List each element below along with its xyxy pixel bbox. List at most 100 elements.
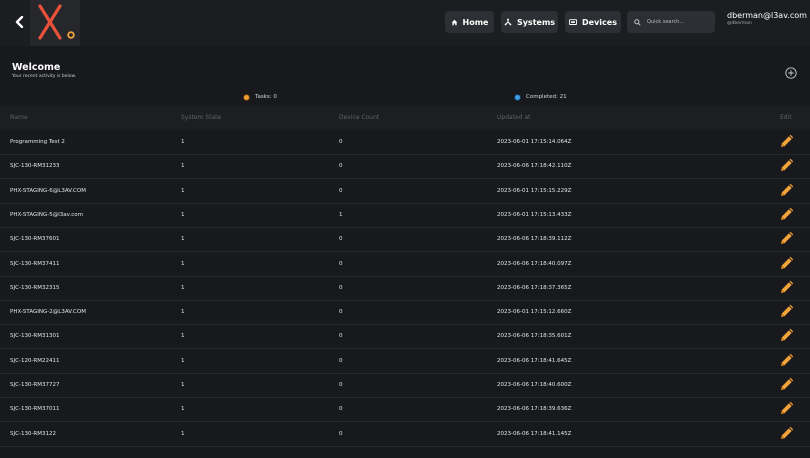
edit-button[interactable] <box>779 133 795 149</box>
column-header-edit: Edit <box>780 114 792 121</box>
edit-button[interactable] <box>779 182 795 198</box>
edit-button[interactable] <box>779 255 795 271</box>
plus-circle-icon <box>785 67 797 79</box>
systems-nav-button[interactable]: Systems <box>501 11 558 33</box>
cell-state: 1 <box>181 139 185 145</box>
table-row[interactable]: SJC-130-RM37011 1 0 2023-06-06 17:18:39.636… <box>0 397 810 423</box>
table-row[interactable]: PHX-STAGING-2@L3AV.COM 1 0 2023-06-01 17:15… <box>0 300 810 326</box>
cell-state: 1 <box>181 211 185 218</box>
cell-updated: 2023-06-06 17:18:41.145Z <box>497 430 572 437</box>
cell-state: 1 <box>181 357 185 364</box>
cell-name: PHX-STAGING-2@L3AV.COM <box>10 309 86 316</box>
column-header-state[interactable]: System State <box>181 114 221 121</box>
cell-updated: 2023-06-06 17:18:42.110Z <box>497 163 572 170</box>
cell-count: 0 <box>339 382 343 388</box>
edit-button[interactable] <box>779 400 795 416</box>
cell-updated: 2023-06-06 17:18:39.112Z <box>497 236 572 243</box>
cell-count: 0 <box>339 406 343 413</box>
search-input[interactable] <box>647 19 705 25</box>
cell-count: 1 <box>339 211 343 218</box>
edit-button[interactable] <box>779 157 795 173</box>
cell-state: 1 <box>181 236 185 243</box>
cell-state: 1 <box>181 163 185 170</box>
quick-search[interactable] <box>627 11 715 33</box>
systems-table: Name System State Device Count Updated a… <box>0 106 810 458</box>
cell-count: 0 <box>339 333 343 340</box>
welcome-subtitle: Your recent activity is below. <box>12 74 77 79</box>
table-row[interactable]: PHX-STAGING-6@L3AV.COM 1 0 2023-06-01 17:15… <box>0 179 810 204</box>
pencil-icon <box>781 207 794 220</box>
cell-state: 1 <box>181 284 185 291</box>
edit-button[interactable] <box>779 206 795 222</box>
table-row[interactable]: SJC-130-RM32315 1 0 2023-06-06 17:18:37.365… <box>0 276 810 301</box>
cell-name: SJC-130-RM3122 <box>10 430 56 437</box>
home-icon <box>451 19 458 26</box>
cell-state: 1 <box>181 382 185 388</box>
cell-name: SJC-130-RM31233 <box>10 163 60 170</box>
tasks-dot-icon <box>244 94 249 100</box>
table-row[interactable]: PHX-STAGING-5@l3av.com 1 1 2023-06-01 17:15… <box>0 203 810 228</box>
cell-updated: 2023-06-01 17:15:15.229Z <box>497 187 572 194</box>
top-bar: Home Systems Devices dberman@l3av.com @d… <box>0 0 810 46</box>
table-row[interactable]: SJC-130-RM3122 1 0 2023-06-06 17:18:41.145Z <box>0 422 810 447</box>
cell-count: 0 <box>339 163 343 170</box>
cell-updated: 2023-06-06 17:18:35.601Z <box>497 333 572 340</box>
column-header-name[interactable]: Name <box>10 114 28 121</box>
home-nav-button[interactable]: Home <box>445 11 494 33</box>
pencil-icon <box>781 304 794 318</box>
user-menu[interactable]: dberman@l3av.com @dberman <box>727 11 807 27</box>
cell-state: 1 <box>181 187 185 194</box>
systems-icon <box>504 18 512 26</box>
tasks-label: Tasks: 0 <box>255 94 277 100</box>
cell-count: 0 <box>339 236 343 243</box>
cell-name: SJC-130-RM37011 <box>10 406 60 413</box>
home-nav-label: Home <box>462 17 489 27</box>
edit-button[interactable] <box>779 376 795 392</box>
edit-button[interactable] <box>779 279 795 295</box>
completed-label: Completed: 21 <box>526 94 567 100</box>
cell-updated: 2023-06-06 17:18:39.636Z <box>497 406 572 413</box>
column-header-count[interactable]: Device Count <box>339 114 379 121</box>
back-button[interactable] <box>10 12 30 32</box>
edit-button[interactable] <box>779 303 795 319</box>
table-row[interactable]: SJC-130-RM31233 1 0 2023-06-06 17:18:42.110… <box>0 154 810 180</box>
cell-name: SJC-130-RM37727 <box>10 382 60 388</box>
table-row[interactable]: SJC-130-RM37411 1 0 2023-06-06 17:18:40.097… <box>0 252 810 277</box>
cell-name: SJC-130-RM37411 <box>10 260 60 267</box>
pencil-icon <box>781 256 794 269</box>
pencil-icon <box>781 329 794 342</box>
cell-updated: 2023-06-06 17:18:40.097Z <box>497 260 572 267</box>
table-row[interactable]: SJC-130-RM31301 1 0 2023-06-06 17:18:35.601… <box>0 324 810 350</box>
table-row[interactable]: SJC-120-RM22411 1 0 2023-06-06 17:18:41.645… <box>0 349 810 374</box>
cell-count: 0 <box>339 430 343 437</box>
pencil-icon <box>781 377 794 390</box>
cell-name: Programming Test 2 <box>10 139 65 145</box>
logo[interactable] <box>30 0 80 46</box>
cell-state: 1 <box>181 309 185 316</box>
pencil-icon <box>781 231 794 245</box>
cell-name: SJC-130-RM31301 <box>10 333 60 340</box>
column-header-updated[interactable]: Updated at <box>497 114 530 121</box>
cell-updated: 2023-06-06 17:18:41.645Z <box>497 357 572 364</box>
edit-button[interactable] <box>779 230 795 246</box>
cell-name: PHX-STAGING-6@L3AV.COM <box>10 187 86 194</box>
cell-count: 0 <box>339 309 343 316</box>
pencil-icon <box>781 159 794 172</box>
edit-button[interactable] <box>779 327 795 343</box>
table-row[interactable]: Programming Test 2 1 0 2023-06-01 17:15:14.… <box>0 130 810 155</box>
devices-icon <box>569 18 578 26</box>
cell-state: 1 <box>181 406 185 413</box>
table-row[interactable]: SJC-130-RM37727 1 0 2023-06-06 17:18:40.600… <box>0 373 810 398</box>
edit-button[interactable] <box>779 425 795 441</box>
add-button[interactable] <box>785 64 797 79</box>
cell-name: SJC-130-RM32315 <box>10 284 60 291</box>
completed-stat: Completed: 21 <box>515 94 567 100</box>
devices-nav-button[interactable]: Devices <box>565 11 621 33</box>
table-header: Name System State Device Count Updated a… <box>0 106 810 130</box>
cell-name: PHX-STAGING-5@l3av.com <box>10 211 83 218</box>
table-row[interactable]: SJC-130-RM37601 1 0 2023-06-06 17:18:39.112… <box>0 227 810 253</box>
tasks-stat: Tasks: 0 <box>244 94 277 100</box>
cell-updated: 2023-06-06 17:18:40.600Z <box>497 382 572 388</box>
edit-button[interactable] <box>779 352 795 368</box>
cell-count: 0 <box>339 187 343 194</box>
